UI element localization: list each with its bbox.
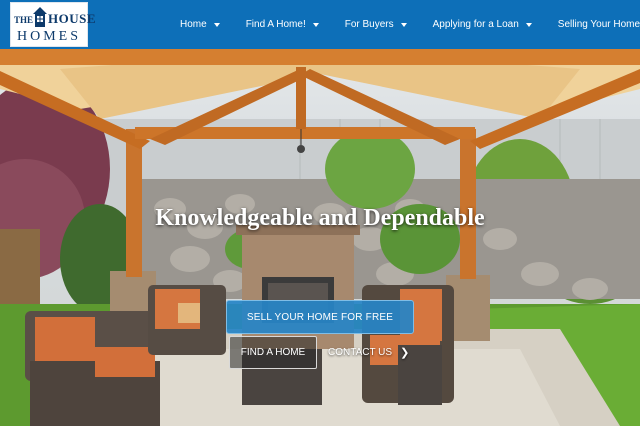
logo-prefix: THE [14,15,34,25]
chevron-down-icon [400,22,407,27]
logo-word: HOUSE [48,11,97,26]
hero-background: Knowledgeable and Dependable [0,49,640,426]
main-nav: Home Find A Home! For Buyers Applying fo… [180,0,640,49]
chevron-down-icon [213,22,220,27]
chevron-down-icon [525,22,532,27]
contact-us-label: CONTACT US [328,347,393,358]
house-icon [33,7,47,27]
sell-your-home-button[interactable]: SELL YOUR HOME FOR FREE [226,300,414,334]
nav-item-applying-for-a-loan[interactable]: Applying for a Loan [433,19,532,30]
find-a-home-button[interactable]: FIND A HOME [229,336,317,369]
nav-item-selling-your-home[interactable]: Selling Your Home [558,19,640,30]
chevron-right-icon: ❯ [400,347,410,359]
site-header: THE HOUSE HOMES Home Find A Home! For Bu… [0,0,640,49]
nav-item-for-buyers[interactable]: For Buyers [345,19,407,30]
page: THE HOUSE HOMES Home Find A Home! For Bu… [0,0,640,426]
logo-top-row: THE HOUSE [14,6,96,28]
hero-title: Knowledgeable and Dependable [155,205,485,231]
logo-bottom-word: HOMES [16,29,81,44]
nav-item-find-a-home[interactable]: Find A Home! [246,19,319,30]
contact-us-link[interactable]: CONTACT US ❯ [328,336,409,369]
nav-item-label: Home [180,19,207,30]
hero-image [0,49,640,426]
nav-item-label: Selling Your Home [557,19,640,30]
site-logo[interactable]: THE HOUSE HOMES [10,2,96,47]
nav-item-label: For Buyers [344,19,394,30]
nav-item-label: Find A Home! [245,19,306,30]
chevron-down-icon [312,22,319,27]
nav-item-label: Applying for a Loan [432,19,519,30]
nav-item-home[interactable]: Home [180,19,220,30]
